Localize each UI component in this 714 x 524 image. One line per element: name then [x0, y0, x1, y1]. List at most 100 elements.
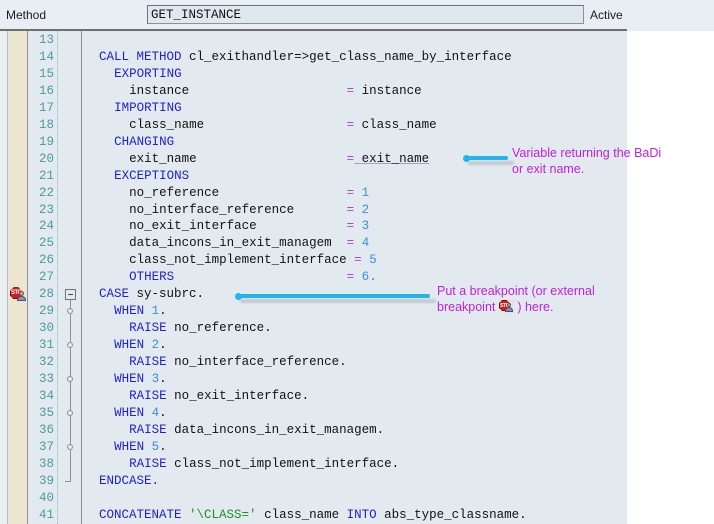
code-line[interactable]: RAISE data_incons_in_exit_managem. — [84, 422, 627, 439]
code-line-text: WHEN 3. — [114, 371, 167, 388]
code-line[interactable]: no_interface_reference = 2 — [84, 202, 627, 219]
code-line-text: no_exit_interface = 3 — [129, 218, 369, 235]
line-number-value: 41 — [38, 507, 54, 522]
code-line[interactable]: CALL METHOD cl_exithandler=>get_class_na… — [84, 49, 627, 66]
fold-branch-dot — [67, 376, 73, 382]
code-line[interactable] — [84, 32, 627, 49]
user-figure-icon — [17, 291, 26, 302]
code-line[interactable]: ENDCASE. — [84, 473, 627, 490]
code-line-text: OTHERS = 6. — [129, 269, 377, 286]
code-line[interactable]: WHEN 5. — [84, 439, 627, 456]
code-line[interactable]: WHEN 2. — [84, 337, 627, 354]
code-line-text: WHEN 2. — [114, 337, 167, 354]
code-token: exit_name — [129, 151, 197, 166]
line-number: 17 — [29, 100, 57, 117]
code-token: instance — [354, 83, 422, 98]
user-body — [504, 307, 513, 312]
inline-external-breakpoint-icon[interactable]: STO — [498, 300, 514, 313]
status-badge: Active — [590, 8, 623, 22]
code-token: class_name — [129, 117, 205, 132]
code-token: 3 — [354, 219, 370, 234]
code-token: ENDCASE. — [99, 473, 160, 488]
method-header-bar: Method Active — [0, 0, 714, 31]
line-number-value: 29 — [38, 304, 54, 319]
code-line-text: RAISE data_incons_in_exit_managem. — [129, 422, 384, 439]
annotation-text-fragment: ) here. — [513, 300, 554, 314]
line-number-value: 13 — [38, 33, 54, 47]
external-breakpoint-icon[interactable]: STO — [10, 287, 27, 302]
code-line[interactable]: IMPORTING — [84, 100, 627, 117]
line-number-value: 40 — [38, 490, 54, 505]
line-number-value: 39 — [38, 473, 54, 488]
line-number-value: 17 — [38, 100, 54, 115]
code-line-text: ENDCASE. — [99, 473, 159, 490]
code-line[interactable] — [84, 490, 627, 507]
code-line[interactable]: WHEN 4. — [84, 405, 627, 422]
code-line-text: CONCATENATE '\CLASS=' class_name INTO ab… — [99, 507, 527, 524]
fold-branch-dot — [67, 409, 73, 416]
line-number-value: 22 — [38, 185, 54, 200]
code-line[interactable]: EXPORTING — [84, 66, 627, 83]
fold-collapse-box[interactable] — [65, 289, 76, 301]
code-token: EXPORTING — [114, 66, 182, 81]
code-token: 1 — [151, 304, 160, 319]
code-line[interactable]: RAISE no_reference. — [84, 320, 627, 337]
line-number: 35 — [29, 405, 57, 422]
code-token: . — [159, 405, 167, 420]
line-number-value: 25 — [38, 236, 54, 251]
annotation-breakpoint-note: Put a breakpoint (or external breakpoint … — [437, 283, 595, 315]
line-number: 25 — [29, 235, 57, 252]
code-token: 2 — [354, 202, 370, 217]
code-line[interactable]: no_reference = 1 — [84, 185, 627, 202]
code-line[interactable]: CONCATENATE '\CLASS=' class_name INTO ab… — [84, 507, 627, 524]
code-line[interactable]: data_incons_in_exit_managem = 4 — [84, 235, 627, 252]
code-token: data_incons_in_exit_managem — [129, 236, 332, 251]
code-line[interactable]: RAISE class_not_implement_interface. — [84, 456, 627, 473]
code-line-text: WHEN 4. — [114, 405, 167, 422]
code-line[interactable]: class_not_implement_interface = 5 — [84, 252, 627, 269]
code-line[interactable]: instance = instance — [84, 83, 627, 100]
code-text-area[interactable]: CALL METHOD cl_exithandler=>get_class_na… — [84, 31, 627, 524]
code-token: RAISE — [129, 321, 175, 336]
code-editor[interactable]: STO 13 14 15 16 17 18 19 20 21 22 23 24 25 26 27 28 29 30… — [0, 31, 627, 524]
annotation-breakpoint-note-line1: Put a breakpoint (or external — [437, 284, 595, 298]
code-token: WHEN — [114, 372, 152, 386]
fold-gutter-separator — [81, 31, 82, 524]
line-number-value: 36 — [38, 422, 54, 437]
code-line-text: no_interface_reference = 2 — [129, 202, 369, 219]
code-token: CASE — [99, 287, 137, 302]
code-token: CHANGING — [114, 134, 175, 149]
line-number: 36 — [29, 422, 57, 439]
code-token: no_reference. — [174, 321, 272, 336]
annotation-text-fragment: breakpoint — [437, 300, 499, 314]
annotation-pointer-line — [238, 294, 430, 298]
code-line-text: EXCEPTIONS — [114, 168, 189, 185]
code-line[interactable]: RAISE no_interface_reference. — [84, 354, 627, 371]
code-line-text: WHEN 1. — [114, 303, 167, 320]
code-token: INTO — [346, 507, 385, 522]
code-token: WHEN — [114, 304, 152, 319]
code-line[interactable]: RAISE no_exit_interface. — [84, 388, 627, 405]
code-line[interactable]: no_exit_interface = 3 — [84, 218, 627, 235]
code-token: '\CLASS=' — [189, 507, 257, 522]
code-line-text: class_name = class_name — [129, 117, 437, 134]
code-token: exit_name — [354, 151, 430, 166]
code-line[interactable]: WHEN 3. — [84, 371, 627, 388]
code-token: RAISE — [129, 355, 175, 370]
code-folding-gutter[interactable] — [60, 31, 82, 524]
fold-end-tick — [65, 480, 71, 482]
breakpoint-gutter[interactable]: STO — [9, 31, 28, 524]
line-number-value: 14 — [38, 49, 54, 64]
line-number: 38 — [29, 456, 57, 473]
code-token: RAISE — [129, 456, 175, 471]
code-token: 4 — [151, 405, 160, 420]
line-number: 39 — [29, 473, 57, 490]
line-number-value: 15 — [38, 66, 54, 81]
method-name-input[interactable] — [147, 5, 584, 24]
code-line[interactable]: class_name = class_name — [84, 117, 627, 134]
line-number-value: 34 — [38, 388, 54, 403]
line-number-value: 38 — [38, 456, 54, 471]
code-line-text: RAISE no_reference. — [129, 320, 272, 337]
line-number: 34 — [29, 388, 57, 405]
